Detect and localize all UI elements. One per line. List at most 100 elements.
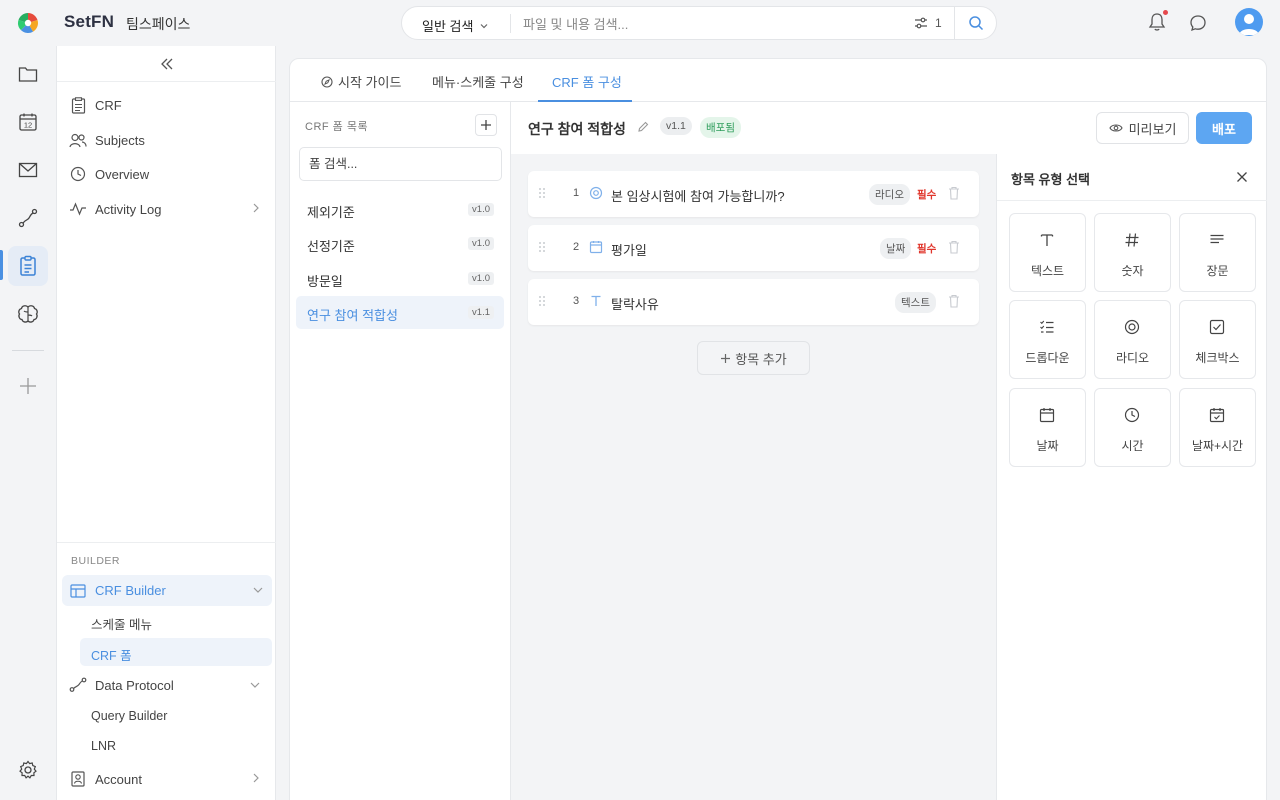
collapse-sidebar-icon[interactable] bbox=[159, 56, 175, 72]
calendar-icon bbox=[1039, 408, 1055, 423]
activity-icon bbox=[70, 202, 86, 216]
sidebar-item-label: CRF Builder bbox=[95, 583, 166, 598]
tab-crf-form[interactable]: CRF 폼 구성 bbox=[552, 72, 622, 91]
field-type-checkbox[interactable]: 체크박스 bbox=[1179, 300, 1256, 379]
add-field-button[interactable]: 항목 추가 bbox=[697, 341, 810, 375]
tile-label: 장문 bbox=[1206, 264, 1229, 278]
field-type-number[interactable]: 숫자 bbox=[1094, 213, 1171, 292]
field-type-badge: 날짜 bbox=[880, 238, 912, 259]
filter-button[interactable]: 1 bbox=[914, 16, 942, 30]
sidebar-subitem-schedule-menu[interactable]: 스케줄 메뉴 bbox=[91, 614, 152, 633]
sidebar-item-data-protocol[interactable]: Data Protocol bbox=[69, 670, 269, 700]
chat-icon[interactable] bbox=[1189, 14, 1207, 32]
form-editor-canvas: 1 본 임상시험에 참여 가능합니까? 라디오 필수 2 평가일 날짜 필수 3… bbox=[511, 102, 996, 800]
workspace-name[interactable]: 팀스페이스 bbox=[126, 14, 190, 34]
radio-icon bbox=[589, 186, 603, 200]
list-item[interactable]: 제외기준 v1.0 bbox=[296, 193, 504, 226]
bell-icon[interactable] bbox=[1148, 12, 1166, 32]
field-type-radio[interactable]: 라디오 bbox=[1094, 300, 1171, 379]
rail-clipboard[interactable] bbox=[8, 246, 48, 286]
tile-label: 숫자 bbox=[1121, 264, 1144, 278]
rail-brain[interactable] bbox=[8, 294, 48, 334]
divider bbox=[57, 81, 276, 82]
field-type-dropdown[interactable]: 드롭다운 bbox=[1009, 300, 1086, 379]
rail-add[interactable] bbox=[8, 366, 48, 406]
tab-menu-schedule[interactable]: 메뉴·스케줄 구성 bbox=[432, 72, 524, 91]
list-item[interactable]: 선정기준 v1.0 bbox=[296, 227, 504, 260]
list-item[interactable]: 방문일 v1.0 bbox=[296, 262, 504, 295]
users-icon bbox=[69, 133, 87, 147]
sidebar-item-crf-builder[interactable]: CRF Builder bbox=[62, 575, 272, 606]
form-field-row[interactable]: 1 본 임상시험에 참여 가능합니까? 라디오 필수 bbox=[528, 171, 979, 217]
sidebar-subitem-query-builder[interactable]: Query Builder bbox=[91, 709, 167, 723]
field-type-time[interactable]: 시간 bbox=[1094, 388, 1171, 467]
avatar[interactable] bbox=[1235, 8, 1263, 36]
version-badge: v1.0 bbox=[468, 272, 494, 285]
text-icon bbox=[1040, 234, 1054, 246]
folder-icon bbox=[18, 67, 38, 82]
list-item[interactable]: 연구 참여 적합성 v1.1 bbox=[296, 296, 504, 329]
field-type-date[interactable]: 날짜 bbox=[1009, 388, 1086, 467]
sidebar-subitem-crf-form[interactable]: CRF 폼 bbox=[91, 645, 132, 664]
tile-label: 날짜+시간 bbox=[1191, 439, 1244, 453]
trash-icon[interactable] bbox=[948, 240, 960, 254]
main-panel: 시작 가이드 메뉴·스케줄 구성 CRF 폼 구성 CRF 폼 목록 제외기준 … bbox=[289, 58, 1267, 800]
sidebar-item-label: CRF bbox=[95, 97, 122, 113]
tab-start-guide[interactable]: 시작 가이드 bbox=[321, 72, 401, 91]
tab-label: 메뉴·스케줄 구성 bbox=[432, 75, 524, 90]
sidebar-item-account[interactable]: Account bbox=[69, 764, 269, 794]
user-icon bbox=[1239, 14, 1259, 35]
preview-button[interactable]: 미리보기 bbox=[1096, 112, 1189, 144]
top-bar: SetFN 팀스페이스 일반 검색 1 bbox=[0, 0, 1280, 46]
sidebar-item-subjects[interactable]: Subjects bbox=[69, 125, 269, 155]
sidebar-item-crf[interactable]: CRF bbox=[69, 90, 269, 120]
close-icon[interactable] bbox=[1236, 171, 1248, 183]
eye-icon bbox=[1108, 124, 1123, 132]
form-field-row[interactable]: 3 탈락사유 텍스트 bbox=[528, 279, 979, 325]
field-type-text[interactable]: 텍스트 bbox=[1009, 213, 1086, 292]
tile-label: 라디오 bbox=[1115, 351, 1150, 365]
search-icon[interactable] bbox=[968, 15, 984, 31]
field-type-paragraph[interactable]: 장문 bbox=[1179, 213, 1256, 292]
deploy-button[interactable]: 배포 bbox=[1196, 112, 1252, 144]
rail-route[interactable] bbox=[8, 198, 48, 238]
form-search-input[interactable] bbox=[299, 147, 502, 181]
field-number: 2 bbox=[573, 241, 580, 253]
form-field-row[interactable]: 2 평가일 날짜 필수 bbox=[528, 225, 979, 271]
search-type-select[interactable]: 일반 검색 bbox=[422, 16, 489, 35]
brand-name: SetFN bbox=[64, 12, 115, 31]
sidebar-item-activity-log[interactable]: Activity Log bbox=[69, 194, 269, 224]
form-name: 제외기준 bbox=[307, 205, 355, 220]
drag-handle-icon[interactable] bbox=[538, 187, 546, 199]
add-form-button[interactable] bbox=[475, 114, 497, 136]
rail-calendar[interactable]: 12 bbox=[8, 102, 48, 142]
app-logo-icon[interactable] bbox=[17, 12, 39, 34]
chevron-right-icon bbox=[253, 773, 259, 783]
drag-handle-icon[interactable] bbox=[538, 295, 546, 307]
notification-badge bbox=[1163, 10, 1168, 15]
tile-label: 텍스트 bbox=[1030, 264, 1065, 278]
trash-icon[interactable] bbox=[948, 186, 960, 200]
trash-icon[interactable] bbox=[948, 294, 960, 308]
paragraph-icon bbox=[1210, 234, 1224, 244]
hash-icon bbox=[1125, 233, 1139, 247]
plus-icon bbox=[481, 120, 491, 130]
field-type-datetime[interactable]: 날짜+시간 bbox=[1179, 388, 1256, 467]
drag-handle-icon[interactable] bbox=[538, 241, 546, 253]
version-badge: v1.1 bbox=[468, 306, 494, 319]
status-badge: 배포됨 bbox=[700, 117, 741, 138]
search-input[interactable] bbox=[523, 14, 903, 34]
sidebar-item-overview[interactable]: Overview bbox=[69, 159, 269, 189]
checkbox-icon bbox=[1209, 319, 1225, 335]
rail-folder[interactable] bbox=[8, 54, 48, 94]
mail-icon bbox=[18, 162, 38, 178]
field-type-badge: 텍스트 bbox=[895, 292, 936, 313]
divider bbox=[954, 7, 955, 39]
sidebar-item-label: Subjects bbox=[95, 132, 145, 148]
rail-settings[interactable] bbox=[8, 750, 48, 790]
tab-label: 시작 가이드 bbox=[338, 75, 402, 90]
pencil-icon[interactable] bbox=[637, 121, 649, 133]
form-list-panel: CRF 폼 목록 제외기준 v1.0 선정기준 v1.0 방문일 v1.0 연구… bbox=[290, 102, 511, 800]
rail-mail[interactable] bbox=[8, 150, 48, 190]
sidebar-subitem-lnr[interactable]: LNR bbox=[91, 739, 116, 753]
